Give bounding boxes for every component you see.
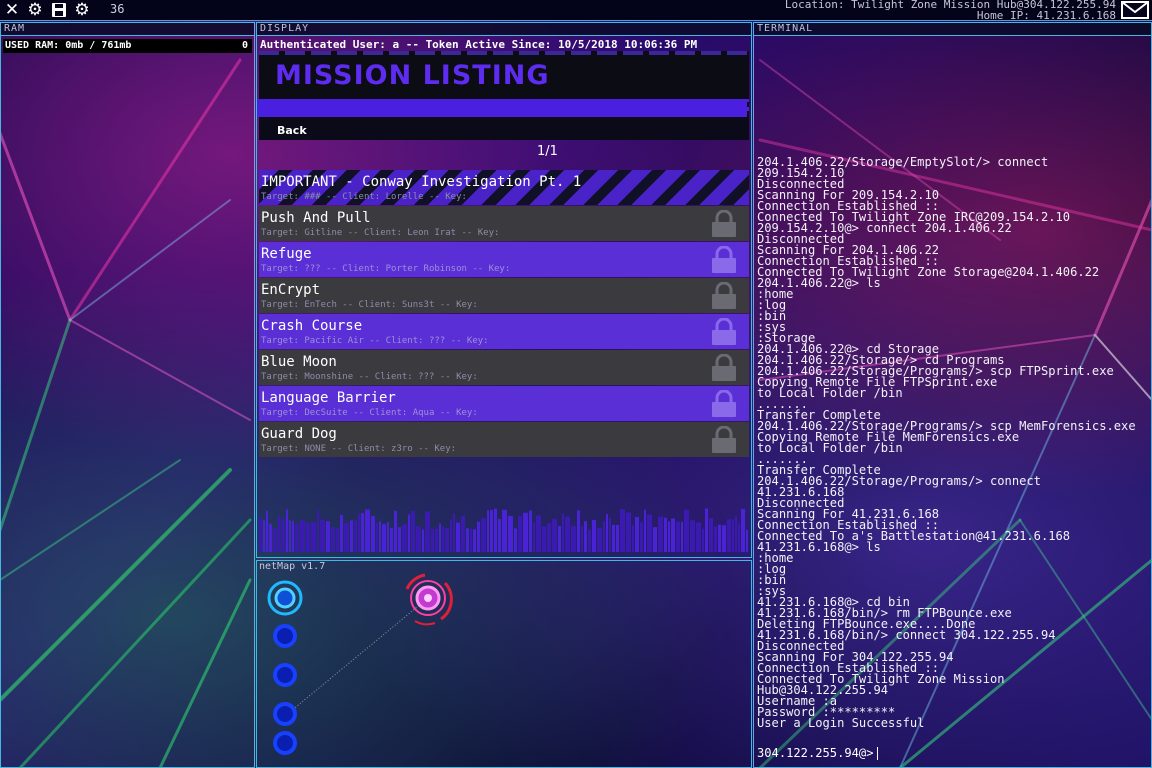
mail-icon[interactable] (1121, 1, 1149, 19)
lock-icon (712, 390, 736, 417)
mission-item[interactable]: Refuge Target: ??? -- Client: Porter Robi… (259, 242, 749, 277)
terminal-line: to Local Folder /bin (757, 386, 903, 400)
text-cursor (876, 747, 878, 760)
mission-listing-title: MISSION LISTING (275, 60, 550, 91)
node-icon[interactable] (273, 663, 297, 687)
mission-title: Blue Moon (261, 354, 337, 370)
terminal-line: User a Login Successful (757, 716, 925, 730)
terminal-header: TERMINAL (754, 23, 1151, 36)
terminal-line: 204.1.406.22@> ls (757, 276, 881, 290)
terminal-line: 41.231.6.168@> ls (757, 540, 881, 554)
terminal-line: :log (757, 562, 787, 576)
terminal-line: :log (757, 298, 787, 312)
gear-icon[interactable]: ⚙ (25, 0, 45, 20)
mission-title: EnCrypt (261, 282, 321, 298)
back-button-label: Back (277, 124, 307, 137)
mission-details: Target: EnTech -- Client: Suns3t -- Key: (261, 300, 478, 310)
mission-details: Target: Pacific Air -- Client: ??? -- Ke… (261, 336, 489, 346)
terminal-line: :home (757, 551, 794, 565)
mission-details: Target: Moonshine -- Client: ??? -- Key: (261, 372, 478, 382)
ram-panel: RAM USED RAM: 0mb / 761mb 0 (0, 22, 255, 768)
terminal-line: :home (757, 287, 794, 301)
home-ip-label: Home IP: 41.231.6.168 (976, 9, 1116, 22)
settings-icon[interactable]: ⚙ (72, 0, 92, 20)
equalizer-visualizer (259, 508, 748, 552)
display-header: DISPLAY (257, 23, 751, 36)
top-bar: ✕ ⚙ ⚙ 36 Location: Twilight Zone Mission… (0, 0, 1152, 21)
mission-details: Target: DecSuite -- Client: Aqua -- Key: (261, 408, 478, 418)
terminal-line: :bin (757, 309, 787, 323)
node-icon[interactable] (273, 624, 297, 648)
display-panel: DISPLAY Authenticated User: a -- Token A… (256, 22, 752, 558)
terminal-input[interactable]: 304.122.255.94@> (757, 746, 878, 760)
terminal-line: :bin (757, 573, 787, 587)
mission-item[interactable]: Language Barrier Target: DecSuite -- Clie… (259, 386, 749, 421)
lock-icon (712, 210, 736, 237)
lock-icon (712, 354, 736, 381)
mission-title: Push And Pull (261, 210, 371, 226)
lock-icon (712, 318, 736, 345)
terminal-output: 204.1.406.22/Storage/EmptySlot/> connect… (757, 156, 1151, 730)
mission-title: Crash Course (261, 318, 363, 334)
terminal-line: to Local Folder /bin (757, 441, 903, 455)
node-icon[interactable] (273, 702, 297, 726)
netmap-panel: netMap v1.7 (256, 560, 752, 768)
auth-status: Authenticated User: a -- Token Active Si… (260, 38, 698, 51)
mission-details: Target: Gitline -- Client: Leon Irat -- … (261, 228, 500, 238)
netmap-graph (267, 573, 453, 755)
banner-bar (257, 99, 747, 117)
terminal-prompt: 304.122.255.94@> (757, 746, 874, 760)
lock-icon (712, 282, 736, 309)
save-icon[interactable] (49, 0, 69, 20)
mission-item[interactable]: Push And Pull Target: Gitline -- Client: … (259, 206, 749, 241)
ram-usage-bar: USED RAM: 0mb / 761mb 0 (3, 39, 252, 53)
node-icon[interactable] (273, 731, 297, 755)
terminal-line: :sys (757, 320, 787, 334)
mission-item[interactable]: Guard Dog Target: NONE -- Client: z3ro --… (259, 422, 749, 457)
mission-title: Guard Dog (261, 426, 337, 442)
mission-details: Target: ### -- Client: Lorelle -- Key: (261, 192, 467, 202)
mission-item[interactable]: Crash Course Target: Pacific Air -- Clien… (259, 314, 749, 349)
connected-node-icon[interactable] (405, 573, 453, 626)
back-button[interactable]: Back (259, 120, 749, 140)
ram-usage-label: USED RAM: 0mb / 761mb (5, 40, 132, 51)
mission-item[interactable]: IMPORTANT - Conway Investigation Pt. 1 Ta… (259, 170, 749, 205)
location-info: Location: Twilight Zone Mission Hub@304.… (785, 0, 1116, 21)
counter: 36 (110, 2, 125, 16)
mission-details: Target: NONE -- Client: z3ro -- Key: (261, 444, 457, 454)
page-indicator: 1/1 (537, 144, 558, 159)
ram-count: 0 (241, 40, 248, 51)
ram-header: RAM (1, 23, 254, 36)
lock-icon (712, 246, 736, 273)
lock-icon (712, 426, 736, 453)
mission-details: Target: ??? -- Client: Porter Robinson -… (261, 264, 511, 274)
mission-item[interactable]: Blue Moon Target: Moonshine -- Client: ??… (259, 350, 749, 385)
terminal-panel[interactable]: TERMINAL 204.1.406.22/Storage/EmptySlot/… (753, 22, 1152, 768)
close-icon[interactable]: ✕ (2, 0, 22, 20)
home-node-icon[interactable] (267, 580, 303, 616)
mission-item[interactable]: EnCrypt Target: EnTech -- Client: Suns3t … (259, 278, 749, 313)
mission-title: IMPORTANT - Conway Investigation Pt. 1 (261, 174, 582, 190)
mission-title: Language Barrier (261, 390, 396, 406)
mission-title: Refuge (261, 246, 312, 262)
